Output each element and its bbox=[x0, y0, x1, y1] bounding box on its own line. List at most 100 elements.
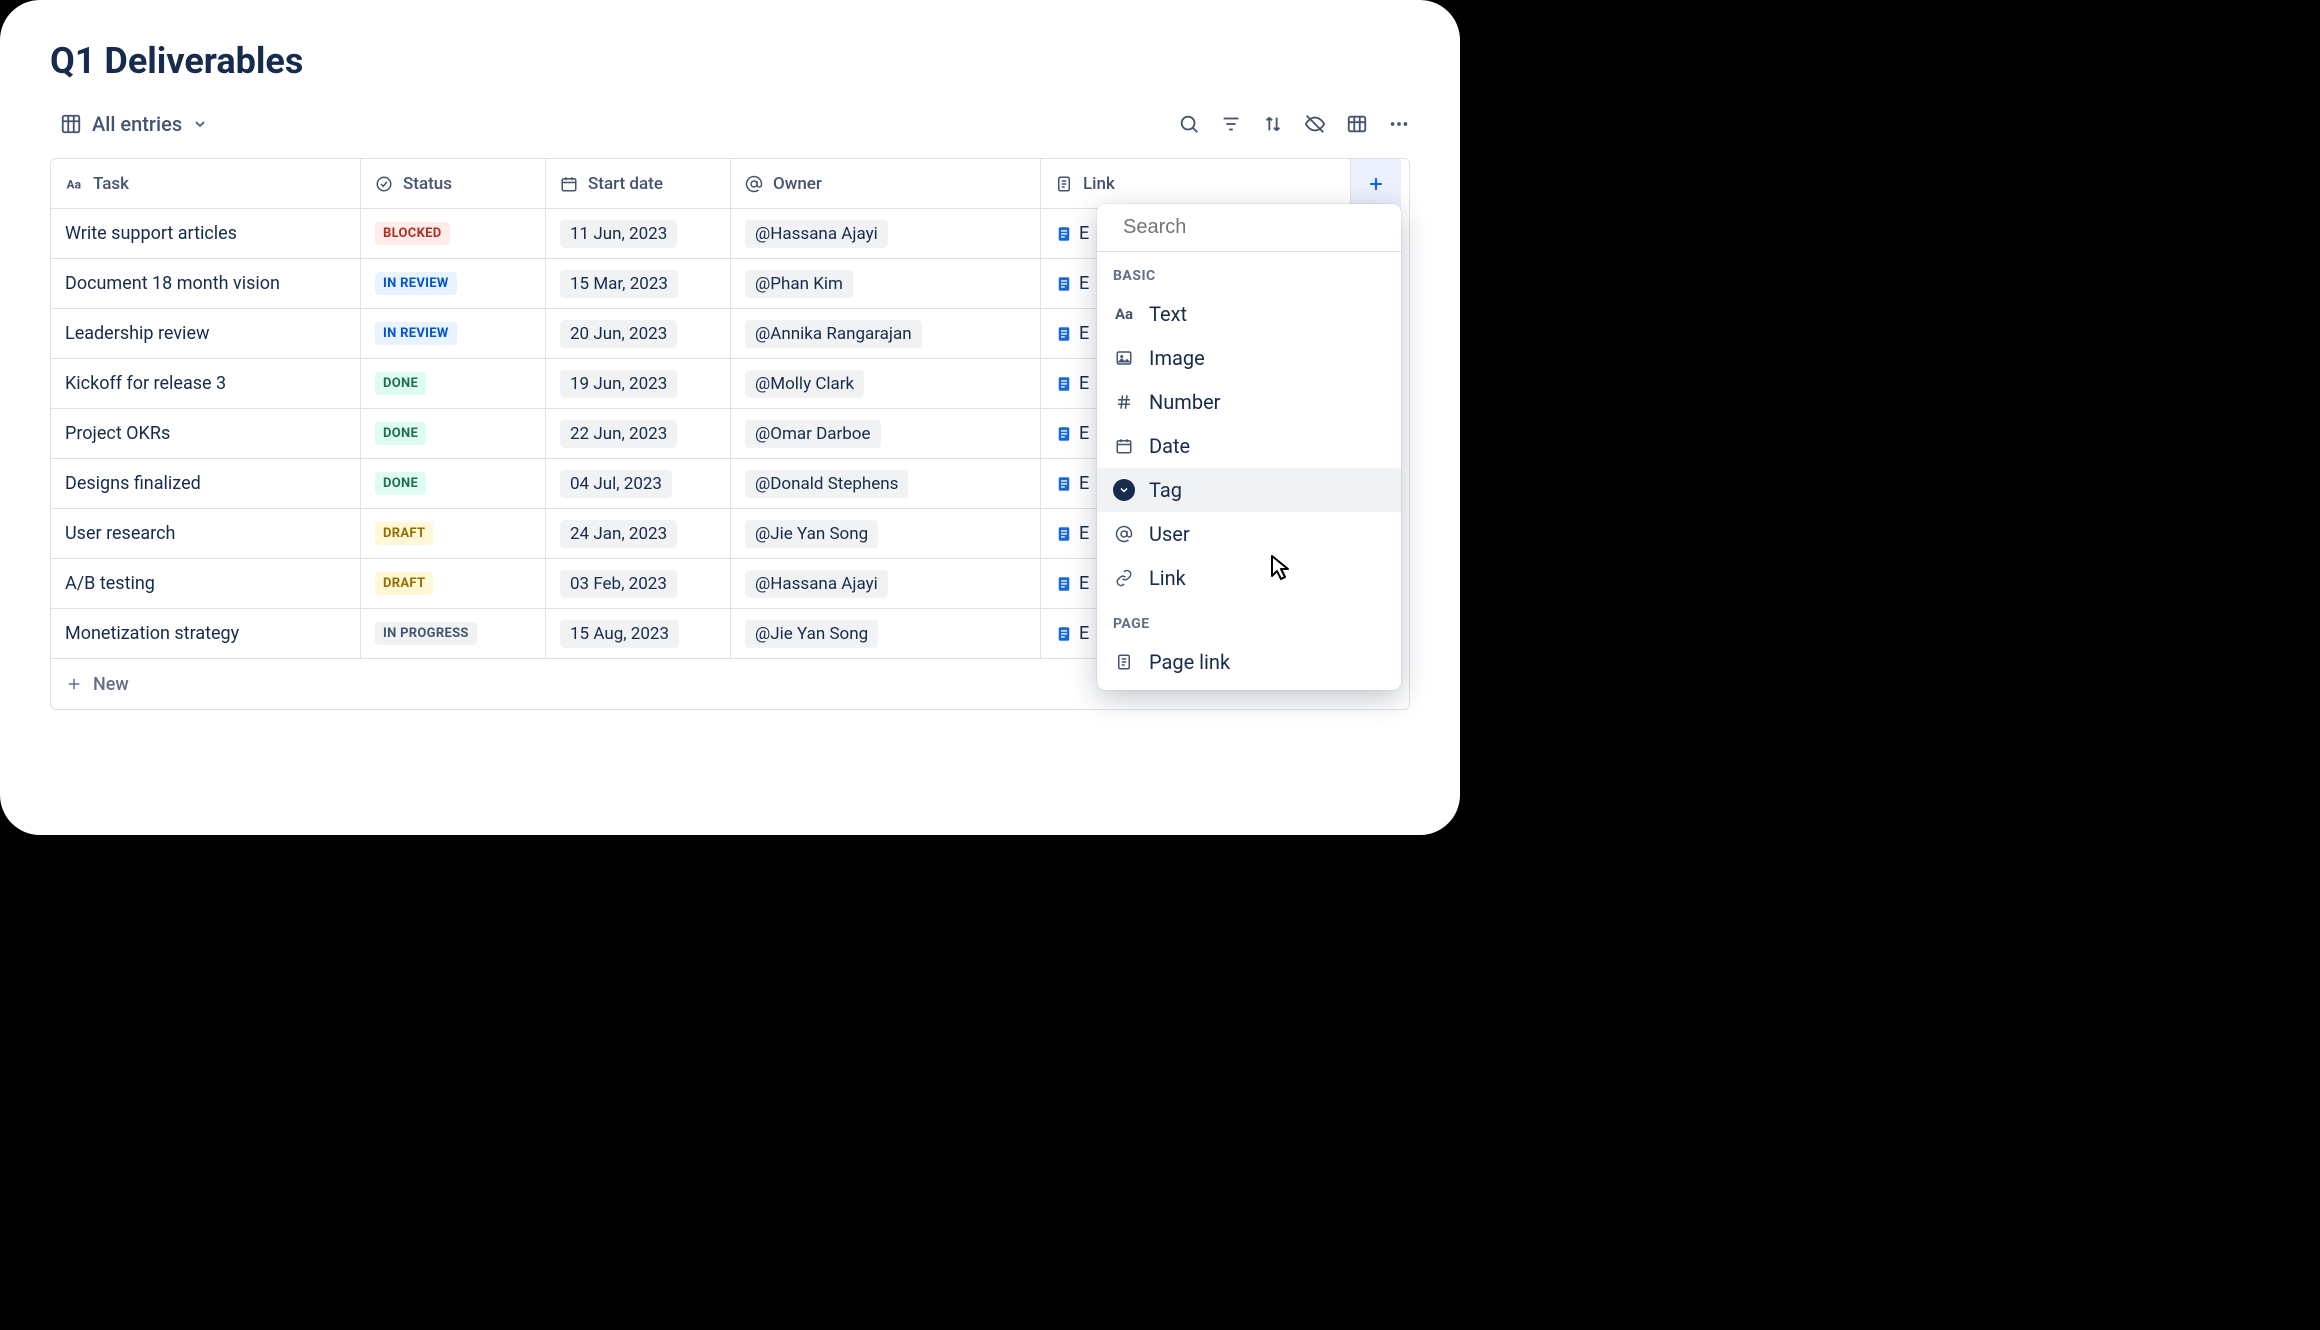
cell-owner[interactable]: @Donald Stephens bbox=[731, 459, 1041, 509]
cell-date[interactable]: 22 Jun, 2023 bbox=[546, 409, 731, 459]
dropdown-item-text[interactable]: Aa Text bbox=[1097, 292, 1401, 336]
cell-status[interactable]: IN REVIEW bbox=[361, 309, 546, 359]
cell-date[interactable]: 19 Jun, 2023 bbox=[546, 359, 731, 409]
link-icon bbox=[1113, 569, 1135, 587]
mention-icon bbox=[745, 175, 763, 193]
dropdown-item-label: Link bbox=[1149, 566, 1186, 590]
filter-button[interactable] bbox=[1220, 113, 1242, 135]
view-selector[interactable]: All entries bbox=[50, 106, 218, 142]
column-header-owner[interactable]: Owner bbox=[731, 159, 1041, 209]
dropdown-item-link[interactable]: Link bbox=[1097, 556, 1401, 600]
cell-owner[interactable]: @Jie Yan Song bbox=[731, 509, 1041, 559]
doc-icon bbox=[1055, 225, 1073, 243]
layout-button[interactable] bbox=[1346, 113, 1368, 135]
date-chip: 24 Jan, 2023 bbox=[560, 520, 677, 548]
cell-task[interactable]: Leadership review bbox=[51, 309, 361, 359]
add-column-button[interactable] bbox=[1351, 159, 1401, 209]
chevron-down-icon bbox=[192, 116, 208, 132]
owner-chip: @Hassana Ajayi bbox=[745, 570, 888, 598]
cell-date[interactable]: 15 Mar, 2023 bbox=[546, 259, 731, 309]
cell-status[interactable]: DONE bbox=[361, 459, 546, 509]
column-label: Owner bbox=[773, 174, 822, 194]
date-chip: 11 Jun, 2023 bbox=[560, 220, 677, 248]
hash-icon bbox=[1113, 393, 1135, 411]
dropdown-group-page: PAGE bbox=[1097, 600, 1401, 640]
doc-icon bbox=[1055, 375, 1073, 393]
table-icon bbox=[60, 113, 82, 135]
cell-task[interactable]: Write support articles bbox=[51, 209, 361, 259]
cell-status[interactable]: DONE bbox=[361, 409, 546, 459]
cell-task[interactable]: A/B testing bbox=[51, 559, 361, 609]
cell-task[interactable]: Designs finalized bbox=[51, 459, 361, 509]
status-badge: DRAFT bbox=[375, 572, 433, 595]
dropdown-item-tag[interactable]: Tag bbox=[1097, 468, 1401, 512]
mention-icon bbox=[1113, 525, 1135, 543]
cell-status[interactable]: DRAFT bbox=[361, 559, 546, 609]
calendar-icon bbox=[560, 175, 578, 193]
dropdown-item-label: Text bbox=[1149, 302, 1187, 326]
owner-chip: @Jie Yan Song bbox=[745, 620, 878, 648]
dropdown-search-input[interactable] bbox=[1123, 216, 1388, 239]
hide-button[interactable] bbox=[1304, 113, 1326, 135]
status-badge: BLOCKED bbox=[375, 222, 450, 245]
date-chip: 03 Feb, 2023 bbox=[560, 570, 677, 598]
cell-owner[interactable]: @Annika Rangarajan bbox=[731, 309, 1041, 359]
cell-owner[interactable]: @Phan Kim bbox=[731, 259, 1041, 309]
link-text: E bbox=[1079, 573, 1089, 594]
cell-owner[interactable]: @Hassana Ajayi bbox=[731, 559, 1041, 609]
column-header-start-date[interactable]: Start date bbox=[546, 159, 731, 209]
calendar-icon bbox=[1113, 437, 1135, 455]
dropdown-item-page-link[interactable]: Page link bbox=[1097, 640, 1401, 690]
cell-owner[interactable]: @Molly Clark bbox=[731, 359, 1041, 409]
dropdown-group-basic: BASIC bbox=[1097, 252, 1401, 292]
cell-task[interactable]: Project OKRs bbox=[51, 409, 361, 459]
cell-date[interactable]: 03 Feb, 2023 bbox=[546, 559, 731, 609]
cell-status[interactable]: DONE bbox=[361, 359, 546, 409]
column-header-status[interactable]: Status bbox=[361, 159, 546, 209]
cell-status[interactable]: IN PROGRESS bbox=[361, 609, 546, 659]
cell-date[interactable]: 04 Jul, 2023 bbox=[546, 459, 731, 509]
doc-icon bbox=[1055, 275, 1073, 293]
dropdown-search[interactable] bbox=[1097, 204, 1401, 252]
sort-button[interactable] bbox=[1262, 113, 1284, 135]
date-chip: 20 Jun, 2023 bbox=[560, 320, 677, 348]
toolbar: All entries bbox=[50, 106, 1410, 142]
cell-task[interactable]: Monetization strategy bbox=[51, 609, 361, 659]
dropdown-item-date[interactable]: Date bbox=[1097, 424, 1401, 468]
cell-date[interactable]: 20 Jun, 2023 bbox=[546, 309, 731, 359]
cell-status[interactable]: BLOCKED bbox=[361, 209, 546, 259]
link-text: E bbox=[1079, 373, 1089, 394]
column-header-link[interactable]: Link bbox=[1041, 159, 1351, 209]
cell-status[interactable]: DRAFT bbox=[361, 509, 546, 559]
cell-task[interactable]: Document 18 month vision bbox=[51, 259, 361, 309]
status-badge: IN PROGRESS bbox=[375, 622, 477, 645]
date-chip: 19 Jun, 2023 bbox=[560, 370, 677, 398]
column-type-dropdown: BASIC Aa Text Image Number Date Tag User bbox=[1097, 204, 1401, 690]
cell-task[interactable]: User research bbox=[51, 509, 361, 559]
more-button[interactable] bbox=[1388, 113, 1410, 135]
cell-owner[interactable]: @Hassana Ajayi bbox=[731, 209, 1041, 259]
status-badge: DONE bbox=[375, 472, 426, 495]
cell-status[interactable]: IN REVIEW bbox=[361, 259, 546, 309]
cell-owner[interactable]: @Jie Yan Song bbox=[731, 609, 1041, 659]
dropdown-item-label: Tag bbox=[1149, 478, 1182, 502]
date-chip: 04 Jul, 2023 bbox=[560, 470, 672, 498]
dropdown-item-label: Date bbox=[1149, 434, 1190, 458]
cell-date[interactable]: 24 Jan, 2023 bbox=[546, 509, 731, 559]
dropdown-item-number[interactable]: Number bbox=[1097, 380, 1401, 424]
cell-date[interactable]: 11 Jun, 2023 bbox=[546, 209, 731, 259]
app-frame: Q1 Deliverables All entries bbox=[0, 0, 1460, 835]
search-button[interactable] bbox=[1178, 113, 1200, 135]
dropdown-item-image[interactable]: Image bbox=[1097, 336, 1401, 380]
column-label: Start date bbox=[588, 174, 663, 194]
column-header-task[interactable]: Aa Task bbox=[51, 159, 361, 209]
dropdown-item-user[interactable]: User bbox=[1097, 512, 1401, 556]
cell-date[interactable]: 15 Aug, 2023 bbox=[546, 609, 731, 659]
status-badge: DONE bbox=[375, 372, 426, 395]
doc-icon bbox=[1055, 525, 1073, 543]
tag-icon bbox=[1113, 479, 1135, 501]
link-text: E bbox=[1079, 473, 1089, 494]
cell-task[interactable]: Kickoff for release 3 bbox=[51, 359, 361, 409]
dropdown-item-label: Number bbox=[1149, 390, 1220, 414]
cell-owner[interactable]: @Omar Darboe bbox=[731, 409, 1041, 459]
